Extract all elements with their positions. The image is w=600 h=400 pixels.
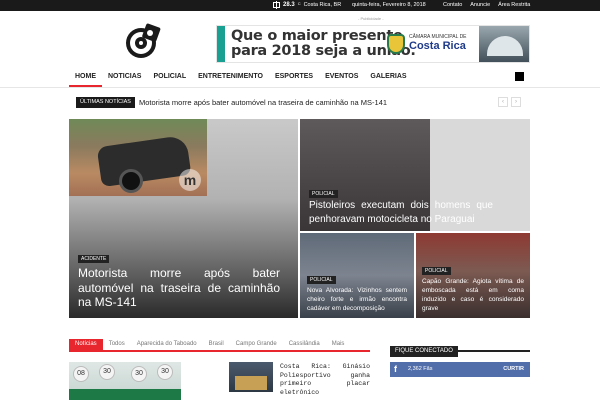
- lottery-ball: 30: [99, 364, 115, 380]
- featured-bottom-left-title[interactable]: Nova Alvorada: Vizinhos sentem cheiro fo…: [307, 286, 407, 313]
- category-tabs: Notícias Todos Aparecida do Taboado Bras…: [69, 339, 370, 352]
- temperature: 28.3: [283, 2, 295, 8]
- tab-aparecida-do-taboado[interactable]: Aparecida do Taboado: [131, 339, 203, 350]
- chamber-emblem-icon: [387, 34, 405, 54]
- ticker-next-button[interactable]: ›: [511, 97, 521, 107]
- site-logo[interactable]: [124, 22, 162, 60]
- featured-bottom-right-title[interactable]: Capão Grande: Agiota vítima de emboscada…: [422, 277, 524, 313]
- contact-link[interactable]: Contato: [443, 2, 462, 8]
- banner-org-name: Costa Rica: [409, 40, 466, 52]
- weather-widget: 28.3 C Costa Rica, BR: [273, 0, 342, 9]
- news-card-image[interactable]: 08 30 30 30: [69, 362, 181, 400]
- lottery-ball: 30: [131, 366, 147, 382]
- tab-cassilandia[interactable]: Cassilândia: [283, 339, 326, 350]
- category-badge[interactable]: POLICIAL: [309, 190, 338, 198]
- ticker-headline[interactable]: Motorista morre após bater automóvel na …: [139, 97, 387, 108]
- tab-campo-grande[interactable]: Campo Grande: [230, 339, 283, 350]
- weather-location: Costa Rica, BR: [303, 2, 342, 8]
- nav-item-esportes[interactable]: ESPORTES: [269, 67, 319, 87]
- category-badge[interactable]: ACIDENTE: [78, 255, 110, 263]
- news-side-image[interactable]: [229, 362, 273, 392]
- nav-item-home[interactable]: HOME: [69, 67, 102, 87]
- top-bar: 28.3 C Costa Rica, BR quinta-feira, Feve…: [0, 0, 600, 11]
- current-date: quinta-feira, Fevereiro 8, 2018: [352, 2, 426, 8]
- facebook-row[interactable]: f 2,362 Fãs CURTIR: [390, 362, 530, 377]
- banner-building-image: [479, 26, 529, 62]
- nav-item-entretenimento[interactable]: ENTRETENIMENTO: [192, 67, 269, 87]
- news-side-title[interactable]: Costa Rica: Ginásio Poliesportivo ganha …: [280, 363, 370, 397]
- tab-noticias[interactable]: Notícias: [69, 339, 103, 350]
- social-widget-title: FIQUE CONECTADO: [390, 346, 458, 357]
- facebook-like-button[interactable]: CURTIR: [503, 366, 524, 372]
- facebook-icon: f: [394, 364, 397, 374]
- category-badge[interactable]: POLICIAL: [422, 267, 451, 275]
- category-badge[interactable]: POLICIAL: [307, 276, 336, 284]
- featured-bottom-right[interactable]: POLICIAL Capão Grande: Agiota vítima de …: [416, 233, 530, 318]
- news-ticker: ÚLTIMAS NOTÍCIAS Motorista morre após ba…: [76, 97, 530, 108]
- lottery-ball: 30: [157, 364, 173, 380]
- ticker-prev-button[interactable]: ‹: [498, 97, 508, 107]
- news-card-image-band: [69, 389, 181, 400]
- tab-brasil[interactable]: Brasil: [203, 339, 230, 350]
- restricted-area-link[interactable]: Área Restrita: [498, 2, 530, 8]
- nav-item-galerias[interactable]: GALERIAS: [364, 67, 412, 87]
- featured-main-title[interactable]: Motorista morre após bater automóvel na …: [78, 266, 280, 310]
- nav-item-policial[interactable]: POLICIAL: [147, 67, 192, 87]
- advertise-link[interactable]: Anuncie: [470, 2, 490, 8]
- ad-banner[interactable]: Que o maior presente para 2018 seja a un…: [216, 25, 530, 63]
- temperature-unit: C: [297, 0, 301, 6]
- featured-main[interactable]: m ACIDENTE Motorista morre após bater au…: [69, 119, 298, 318]
- search-icon[interactable]: [515, 72, 524, 81]
- nav-item-eventos[interactable]: EVENTOS: [319, 67, 364, 87]
- facebook-count: 2,362 Fãs: [408, 366, 433, 372]
- tab-mais[interactable]: Mais: [326, 339, 351, 350]
- tab-todos[interactable]: Todos: [103, 339, 131, 350]
- featured-top-right[interactable]: POLICIAL Pistoleiros executam dois homen…: [300, 119, 530, 231]
- main-nav: HOME NOTICIAS POLICIAL ENTRETENIMENTO ES…: [69, 67, 530, 87]
- weather-icon: [273, 1, 280, 9]
- featured-bottom-left[interactable]: POLICIAL Nova Alvorada: Vizinhos sentem …: [300, 233, 414, 318]
- lottery-ball: 08: [73, 366, 89, 382]
- featured-top-right-title[interactable]: Pistoleiros executam dois homens que pen…: [309, 199, 493, 226]
- social-widget-header: FIQUE CONECTADO: [390, 339, 530, 357]
- watermark-icon: m: [179, 169, 201, 191]
- nav-divider: [0, 87, 600, 88]
- ad-label: - Publicidade -: [358, 16, 384, 21]
- top-links: Contato Anuncie Área Restrita: [443, 2, 530, 8]
- ticker-label: ÚLTIMAS NOTÍCIAS: [76, 97, 135, 108]
- banner-stripe: [217, 26, 225, 62]
- nav-item-noticias[interactable]: NOTICIAS: [102, 67, 147, 87]
